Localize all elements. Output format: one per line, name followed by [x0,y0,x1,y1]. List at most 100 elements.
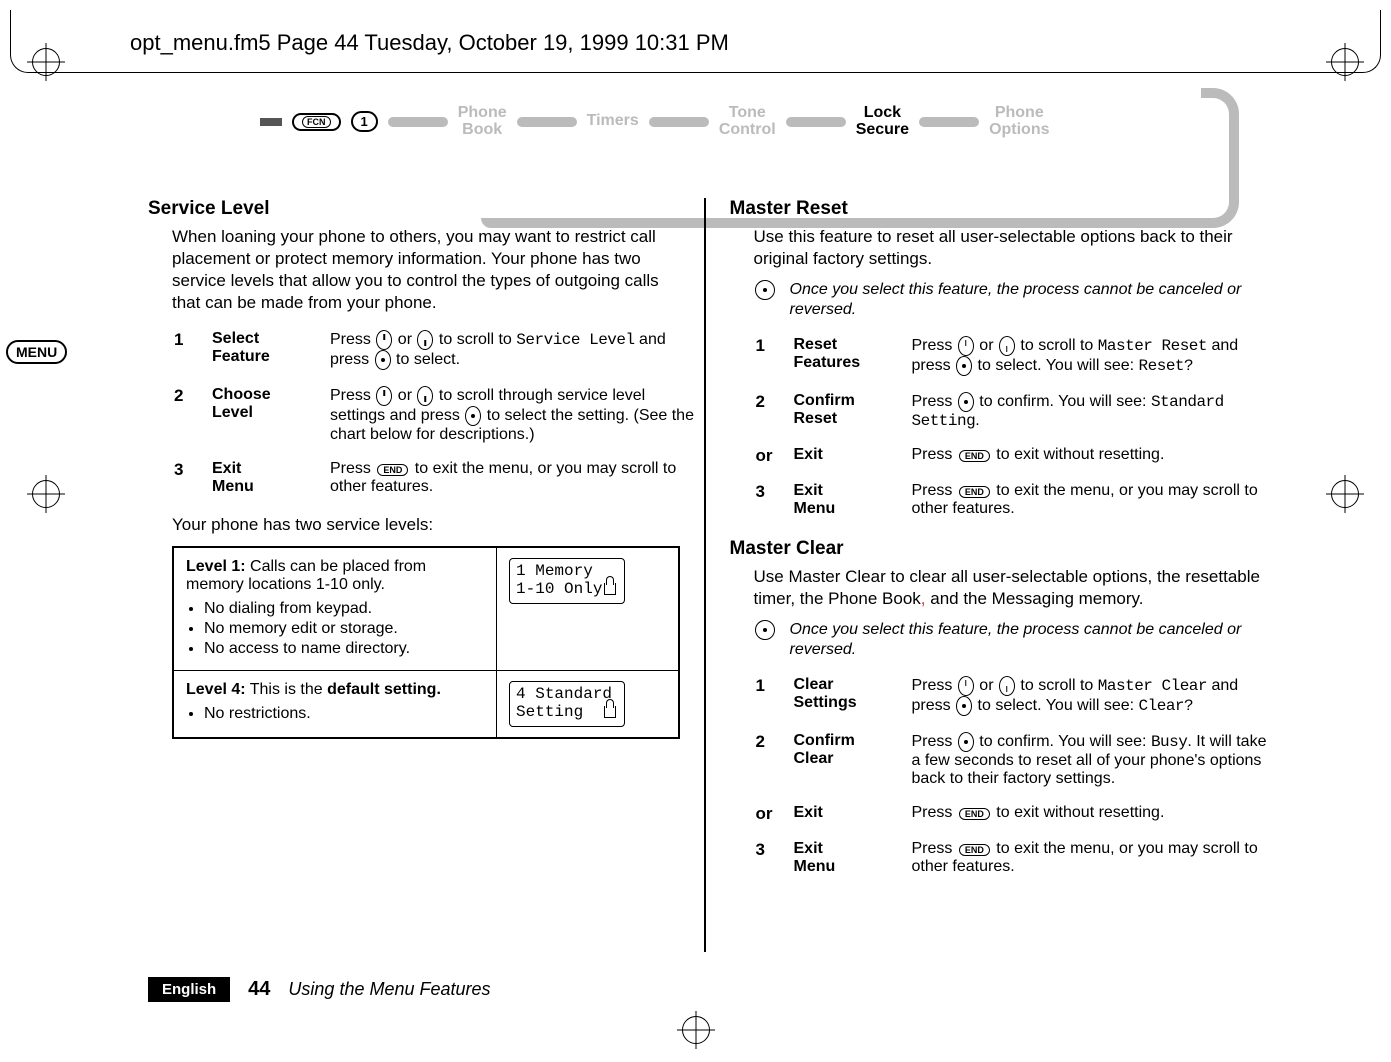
master-reset-note: Once you select this feature, the proces… [754,280,1262,320]
nav-connector [649,117,709,127]
nav-phone-options: PhoneOptions [989,105,1049,139]
nav-phone-book: PhoneBook [458,105,507,139]
lcd-display: 1 Memory 1-10 Only [509,558,625,603]
nav-fcn-key: FCN [292,113,341,131]
note-icon [755,620,775,640]
left-column: Service Level When loaning your phone to… [148,198,680,952]
page-number: 44 [248,978,270,1001]
step-title: Exit Menu [794,478,910,528]
step-num: 1 [756,332,792,386]
step-num: 2 [756,728,792,798]
step-num: or [756,800,792,834]
step-body: Press or to scroll to Master Reset and p… [912,332,1284,386]
step-num: 2 [174,382,210,454]
step-body: Press END to exit the menu, or you may s… [912,478,1284,528]
select-icon [465,406,481,426]
select-icon [956,356,972,376]
level4-lcd-cell: 4 Standard Setting [497,671,679,738]
nav-connector [786,117,846,127]
end-key-icon: END [959,844,990,856]
end-key-icon: END [959,486,990,498]
master-clear-note: Once you select this feature, the proces… [754,620,1262,660]
step-num: 3 [756,478,792,528]
reg-mark-bc [682,1016,710,1044]
page-header: opt_menu.fm5 Page 44 Tuesday, October 19… [130,30,729,56]
select-icon [956,696,972,716]
step-body: Press END to exit without resetting. [912,800,1284,834]
scroll-down-icon [999,336,1015,356]
step-title: Exit [794,800,910,834]
end-key-icon: END [959,808,990,820]
step-num: 1 [756,672,792,726]
step-num: or [756,442,792,476]
step-body: Press END to exit the menu, or you may s… [330,456,702,506]
select-icon [375,350,391,370]
page-footer: English 44 Using the Menu Features [148,977,491,1002]
select-icon [958,732,974,752]
scroll-down-icon [999,676,1015,696]
step-title: Exit Menu [212,456,328,506]
step-title: Choose Level [212,382,328,454]
master-clear-steps: 1 Clear Settings Press or to scroll to M… [754,670,1286,888]
nav-timers: Timers [587,113,639,130]
select-icon [958,392,974,412]
scroll-up-icon [958,676,974,696]
service-levels-table: Level 1: Calls can be placed from memory… [172,546,680,738]
reg-mark-tl [32,48,60,76]
scroll-down-icon [417,386,433,406]
master-reset-intro: Use this feature to reset all user-selec… [754,226,1262,270]
language-badge: English [148,977,230,1002]
step-title: Clear Settings [794,672,910,726]
scroll-up-icon [958,336,974,356]
step-title: Confirm Clear [794,728,910,798]
step-title: Exit [794,442,910,476]
service-level-steps: 1 Select Feature Press or to scroll to S… [172,324,704,508]
step-body: Press or to scroll through service level… [330,382,702,454]
lcd-display: 4 Standard Setting [509,681,625,726]
nav-lock-secure: LockSecure [856,105,909,139]
section-title: Using the Menu Features [288,979,490,1000]
level1-cell: Level 1: Calls can be placed from memory… [173,547,497,671]
menu-badge: MENU [6,340,67,364]
step-num: 1 [174,326,210,380]
reg-mark-mr [1331,480,1359,508]
step-title: Select Feature [212,326,328,380]
master-reset-heading: Master Reset [730,198,1262,220]
step-num: 3 [174,456,210,506]
service-level-heading: Service Level [148,198,680,220]
lock-icon [604,706,616,718]
step-num: 3 [756,836,792,886]
level1-lcd-cell: 1 Memory 1-10 Only [497,547,679,671]
master-clear-intro: Use Master Clear to clear all user-selec… [754,566,1262,610]
end-key-icon: END [377,464,408,476]
step-title: Exit Menu [794,836,910,886]
note-icon [755,280,775,300]
scroll-up-icon [376,330,392,350]
step-title: Reset Features [794,332,910,386]
level4-bullet: No restrictions. [204,705,484,723]
menu-nav: FCN 1 PhoneBook Timers ToneControl LockS… [260,105,1050,139]
step-title: Confirm Reset [794,388,910,440]
step-body: Press END to exit the menu, or you may s… [912,836,1284,886]
scroll-up-icon [376,386,392,406]
service-level-intro: When loaning your phone to others, you m… [172,226,680,314]
nav-start-bar [260,118,282,126]
nav-tone-control: ToneControl [719,105,776,139]
level1-bullet: No memory edit or storage. [204,620,484,638]
reg-mark-tr [1331,48,1359,76]
level1-bullet: No access to name directory. [204,640,484,658]
step-body: Press to confirm. You will see: Standard… [912,388,1284,440]
right-column: Master Reset Use this feature to reset a… [730,198,1262,952]
reg-mark-ml [32,480,60,508]
step-body: Press or to scroll to Master Clear and p… [912,672,1284,726]
nav-connector [919,117,979,127]
nav-connector [388,117,448,127]
step-body: Press END to exit without resetting. [912,442,1284,476]
level1-bullet: No dialing from keypad. [204,600,484,618]
nav-connector [517,117,577,127]
step-num: 2 [756,388,792,440]
lock-icon [604,583,616,595]
master-reset-steps: 1 Reset Features Press or to scroll to M… [754,330,1286,530]
master-clear-heading: Master Clear [730,538,1262,560]
levels-intro: Your phone has two service levels: [172,514,680,536]
